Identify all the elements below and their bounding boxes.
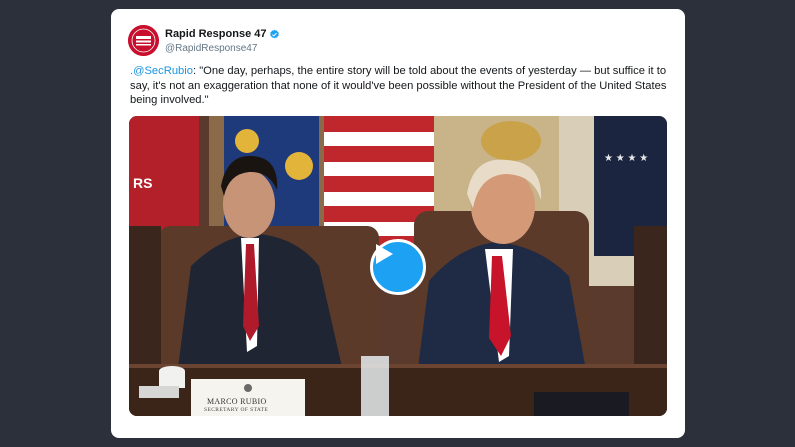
mention-link[interactable]: .@SecRubio: [130, 65, 193, 77]
author-handle[interactable]: @RapidResponse47: [165, 42, 280, 56]
placard-name: MARCO RUBIO: [207, 397, 267, 406]
play-icon: [376, 244, 393, 264]
avatar[interactable]: [128, 25, 159, 56]
svg-text:★ ★ ★ ★: ★ ★ ★ ★: [604, 153, 648, 164]
svg-text:RS: RS: [133, 175, 152, 191]
tweet-body: : "One day, perhaps, the entire story wi…: [130, 65, 667, 106]
display-name-row: Rapid Response 47: [165, 27, 280, 41]
author-display-name[interactable]: Rapid Response 47: [165, 27, 266, 41]
placard-title: SECRETARY OF STATE: [204, 407, 269, 413]
tweet-header: Rapid Response 47 @RapidResponse47: [128, 25, 668, 59]
tweet-text: .@SecRubio: "One day, perhaps, the entir…: [130, 64, 670, 108]
play-button[interactable]: [370, 239, 426, 295]
verified-badge-icon: [270, 29, 280, 38]
author-names: Rapid Response 47 @RapidResponse47: [165, 27, 280, 56]
video-thumbnail[interactable]: RS ★ ★ ★ ★ MARCO RUBIO SECRETARY OF STAT…: [129, 116, 667, 416]
rapid-response-logo-icon: [128, 25, 159, 56]
tweet-card: Rapid Response 47 @RapidResponse47 .@Sec…: [111, 9, 685, 438]
